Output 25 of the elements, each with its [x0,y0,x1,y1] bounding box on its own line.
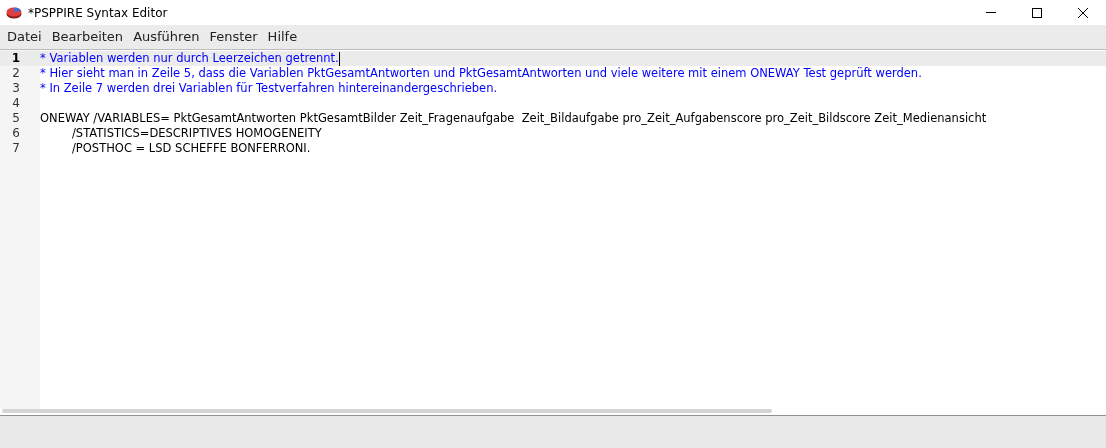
menu-item[interactable]: Fenster [204,27,263,47]
menu-item[interactable]: Hilfe [262,27,303,47]
code-line: * Variablen werden nur durch Leerzeichen getrennt. [40,51,339,66]
line-number: 5 [11,111,21,126]
line-number: 4 [11,96,21,111]
line-number: 6 [11,126,21,141]
line-number: 1 [0,51,40,66]
code-line: /STATISTICS=DESCRIPTIVES HOMOGENEITY [71,126,322,141]
line-number: 2 [11,66,21,81]
code-line: ONEWAY /VARIABLES= PktGesamtAntworten PktGesamtBilder Zeit_Fragenaufgabe Zeit_Bildaufgabe pro_Zeit_Aufgabenscore pro_Zeit_Bildscore Zeit_Medienansicht [40,111,987,126]
menu-item[interactable]: Datei [2,27,47,47]
app-logo-icon [6,6,22,19]
close-icon [1078,7,1088,18]
code-line: /POSTHOC = LSD SCHEFFE BONFERRONI. [71,141,311,156]
maximize-icon [1032,7,1042,18]
line-number: 7 [11,141,21,156]
line-number: 3 [11,81,21,96]
code-line: * In Zeile 7 werden drei Variablen für Testverfahren hintereinandergeschrieben. [40,81,498,96]
code-line: * Hier sieht man in Zeile 5, dass die Variablen PktGesamtAntworten und PktGesamtAntworten und viele weitere mit einem ONEWAY Test geprüft werden. [40,66,922,81]
menu-item[interactable]: Ausführen [128,27,205,47]
menu-item[interactable]: Bearbeiten [46,27,129,47]
horizontal-scrollbar[interactable] [2,409,772,413]
text-cursor [338,51,340,66]
minimize-icon [986,12,996,13]
window-title: *PSPPIRE Syntax Editor [28,4,168,22]
